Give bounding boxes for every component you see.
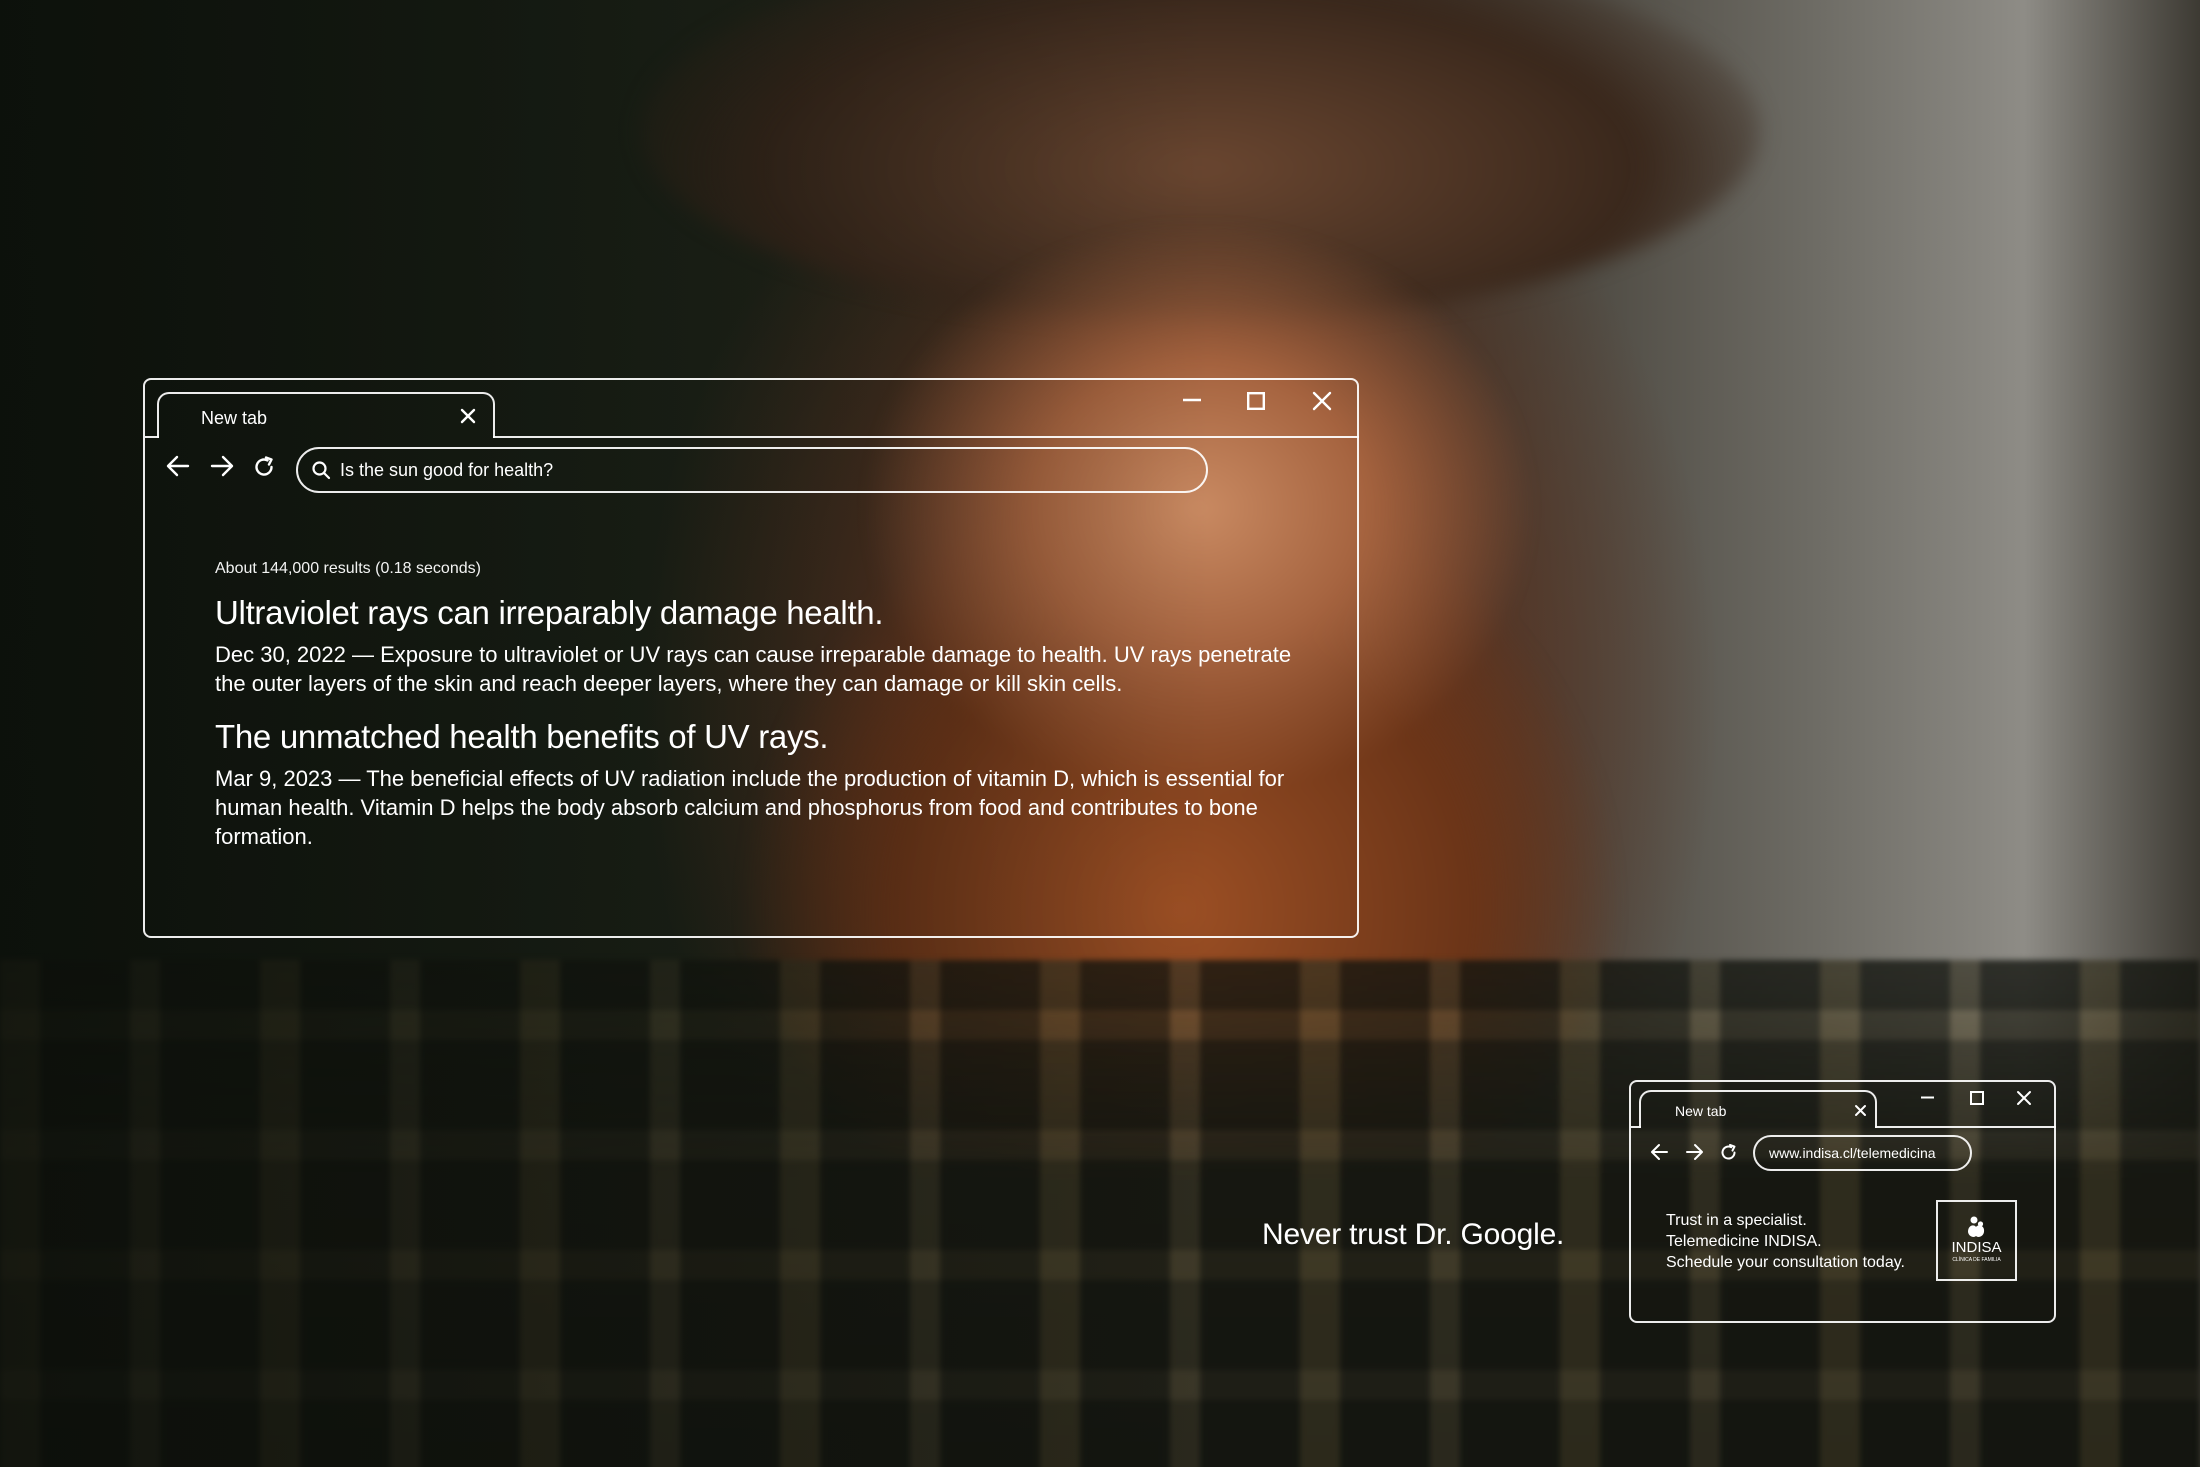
close-icon[interactable] (1312, 391, 1332, 411)
logo-subtitle: CLÍNICA DE FAMILIA (1952, 1256, 2001, 1263)
maximize-icon[interactable] (1247, 392, 1266, 411)
back-arrow-icon[interactable] (166, 455, 190, 477)
tagline: Never trust Dr. Google. (1262, 1218, 1565, 1251)
url-text: www.indisa.cl/telemedicina (1769, 1145, 1936, 1161)
search-query: Is the sun good for health? (340, 459, 554, 480)
url-field[interactable]: www.indisa.cl/telemedicina (1753, 1135, 1972, 1171)
minimize-icon[interactable] (1183, 398, 1201, 402)
tab-label: New tab (1675, 1103, 1727, 1119)
small-browser-window: New tab www.indisa.cl/telemedicina Trust… (1629, 1080, 2056, 1323)
maximize-icon[interactable] (1970, 1091, 1984, 1105)
result-snippet: Mar 9, 2023 — The beneficial effects of … (215, 766, 1285, 849)
tab-label: New tab (201, 408, 268, 428)
result-title[interactable]: Ultraviolet rays can irreparably damage … (215, 594, 1325, 632)
search-icon (312, 461, 331, 480)
result-title[interactable]: The unmatched health benefits of UV rays… (215, 718, 1325, 756)
tab-strip-line (493, 436, 1359, 438)
reload-icon[interactable] (1720, 1144, 1737, 1161)
indisa-logo-icon: INDISA CLÍNICA DE FAMILIA (1951, 1216, 2002, 1263)
promo-text: Trust in a specialist. Telemedicine INDI… (1666, 1210, 1905, 1273)
minimize-icon[interactable] (1921, 1096, 1934, 1099)
promo-line: Schedule your consultation today. (1666, 1254, 1905, 1271)
result-count: About 144,000 results (0.18 seconds) (215, 560, 481, 577)
search-input[interactable]: Is the sun good for health? (296, 447, 1208, 493)
tab-strip-line (1875, 1126, 2056, 1128)
indisa-logo[interactable]: INDISA CLÍNICA DE FAMILIA (1936, 1200, 2017, 1281)
back-arrow-icon[interactable] (1651, 1144, 1668, 1160)
result-snippet: Dec 30, 2022 — Exposure to ultraviolet o… (215, 642, 1292, 696)
forward-arrow-icon[interactable] (210, 455, 234, 477)
browser-tab[interactable]: New tab (1639, 1090, 1877, 1128)
search-results: About 144,000 results (0.18 seconds) Ult… (215, 560, 1325, 871)
main-browser-window: New tab Is the sun good for health? Abou… (143, 378, 1359, 938)
browser-tab[interactable]: New tab (157, 392, 495, 438)
close-icon[interactable] (2017, 1091, 2031, 1105)
reload-icon[interactable] (253, 456, 275, 478)
tab-strip-line (1631, 1126, 1641, 1128)
close-icon[interactable] (1855, 1105, 1866, 1116)
promo-line: Telemedicine INDISA. (1666, 1233, 1822, 1250)
promo-line: Trust in a specialist. (1666, 1212, 1807, 1229)
logo-name: INDISA (1951, 1239, 2001, 1256)
forward-arrow-icon[interactable] (1686, 1144, 1703, 1160)
close-icon[interactable] (460, 408, 476, 424)
tab-strip-line (145, 436, 159, 438)
